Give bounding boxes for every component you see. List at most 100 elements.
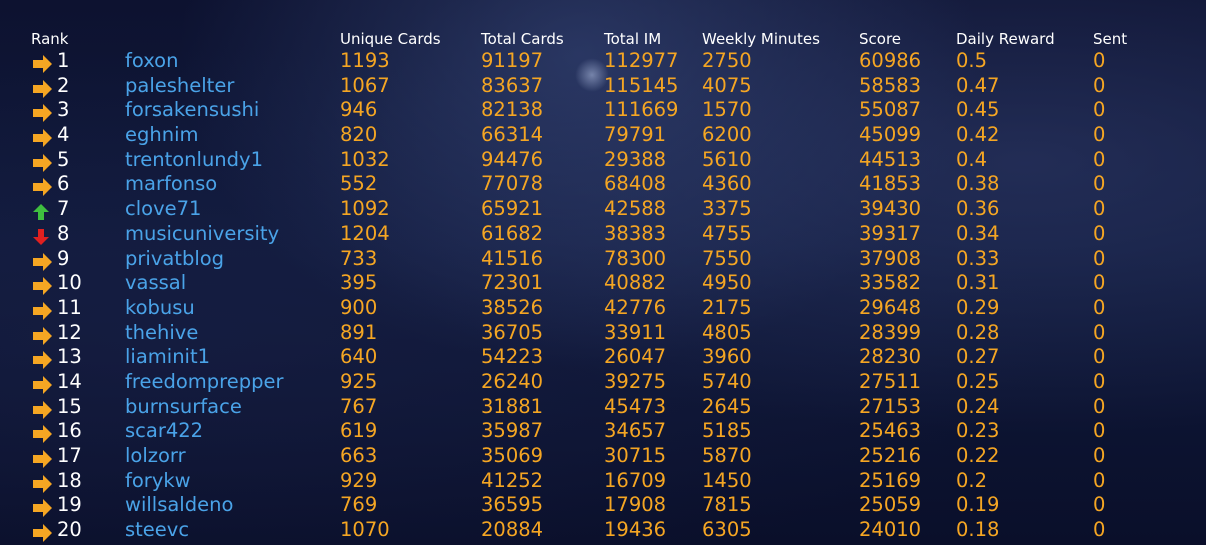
weekly-minutes-value: 6200 — [702, 123, 752, 147]
leaderboard: Rank Unique Cards Total Cards Total IM W… — [0, 0, 1206, 545]
table-row: 3 forsakensushi 946 82138 111669 1570 55087 0.4… — [0, 98, 1206, 123]
total-im-value: 39275 — [604, 369, 667, 393]
unique-cards-value: 1092 — [340, 197, 390, 221]
daily-reward-value: 0.36 — [956, 197, 1000, 221]
unique-cards-value: 619 — [340, 419, 378, 443]
daily-reward-value: 0.5 — [956, 49, 988, 72]
rank-number: 4 — [57, 123, 70, 147]
table-row: 10 vassal 395 72301 40882 4950 33582 0.31 0 — [0, 271, 1206, 296]
total-cards-value: 41252 — [481, 468, 544, 492]
player-name-link[interactable]: liaminit1 — [125, 345, 210, 369]
header-unique-cards[interactable]: Unique Cards — [340, 30, 441, 50]
player-name-link[interactable]: paleshelter — [125, 74, 234, 98]
arrow-right-icon — [31, 498, 53, 518]
total-im-value: 115145 — [604, 73, 679, 97]
header-weekly-minutes[interactable]: Weekly Minutes — [702, 30, 820, 50]
rank-cell: 8 — [31, 222, 121, 246]
score-value: 37908 — [859, 246, 922, 270]
player-name-link[interactable]: eghnim — [125, 123, 199, 147]
header-sent[interactable]: Sent — [1093, 30, 1127, 50]
player-name-link[interactable]: vassal — [125, 271, 186, 295]
player-name-link[interactable]: clove71 — [125, 197, 201, 221]
total-cards-value: 35987 — [481, 419, 544, 443]
daily-reward-value: 0.31 — [956, 271, 1000, 295]
weekly-minutes-value: 5185 — [702, 419, 752, 443]
table-row: 16 scar422 619 35987 34657 5185 25463 0.23 0 — [0, 419, 1206, 444]
table-row: 17 lolzorr 663 35069 30715 5870 25216 0.22 0 — [0, 444, 1206, 469]
player-name-link[interactable]: marfonso — [125, 172, 217, 196]
player-name-link[interactable]: trentonlundy1 — [125, 148, 263, 172]
unique-cards-value: 1032 — [340, 147, 390, 171]
rank-number: 16 — [57, 419, 82, 443]
rank-cell: 1 — [31, 49, 121, 73]
unique-cards-value: 733 — [340, 246, 378, 270]
rank-cell: 5 — [31, 148, 121, 172]
player-name-link[interactable]: thehive — [125, 321, 198, 345]
rank-cell: 14 — [31, 370, 121, 394]
total-im-value: 17908 — [604, 493, 667, 517]
weekly-minutes-value: 3375 — [702, 197, 752, 221]
rank-number: 18 — [57, 468, 82, 492]
header-total-im[interactable]: Total IM — [604, 30, 661, 50]
player-name-link[interactable]: foxon — [125, 49, 178, 73]
total-cards-value: 66314 — [481, 123, 544, 147]
total-cards-value: 94476 — [481, 147, 544, 171]
score-value: 25216 — [859, 444, 922, 467]
player-name-link[interactable]: musicuniversity — [125, 222, 279, 246]
unique-cards-value: 395 — [340, 271, 378, 295]
daily-reward-value: 0.34 — [956, 221, 1000, 245]
sent-value: 0 — [1093, 419, 1106, 443]
header-rank[interactable]: Rank — [31, 30, 68, 50]
total-im-value: 30715 — [604, 444, 667, 467]
player-name-link[interactable]: forykw — [125, 469, 191, 493]
total-cards-value: 82138 — [481, 98, 544, 122]
total-im-value: 42776 — [604, 295, 667, 319]
header-score[interactable]: Score — [859, 30, 901, 50]
rank-cell: 12 — [31, 321, 121, 345]
total-im-value: 33911 — [604, 320, 667, 344]
total-cards-value: 77078 — [481, 172, 544, 196]
total-im-value: 34657 — [604, 419, 667, 443]
daily-reward-value: 0.27 — [956, 345, 1000, 369]
unique-cards-value: 929 — [340, 468, 378, 492]
rank-number: 12 — [57, 320, 82, 344]
total-im-value: 26047 — [604, 345, 667, 369]
weekly-minutes-value: 2175 — [702, 295, 752, 319]
rank-number: 11 — [57, 295, 82, 319]
arrow-right-icon — [31, 326, 53, 346]
sent-value: 0 — [1093, 518, 1106, 542]
arrow-right-icon — [31, 449, 53, 469]
table-row: 2 paleshelter 1067 83637 115145 4075 58583 0.47… — [0, 74, 1206, 99]
player-name-link[interactable]: kobusu — [125, 296, 195, 320]
score-value: 29648 — [859, 295, 922, 319]
player-name-link[interactable]: privatblog — [125, 247, 224, 271]
rank-cell: 11 — [31, 296, 121, 320]
player-name-link[interactable]: forsakensushi — [125, 98, 259, 122]
arrow-right-icon — [31, 523, 53, 543]
rank-number: 14 — [57, 369, 82, 393]
arrow-right-icon — [31, 153, 53, 173]
score-value: 27153 — [859, 394, 922, 418]
player-name-link[interactable]: steevc — [125, 518, 189, 542]
weekly-minutes-value: 5610 — [702, 147, 752, 171]
header-total-cards[interactable]: Total Cards — [481, 30, 564, 50]
total-im-value: 79791 — [604, 123, 667, 147]
rank-number: 6 — [57, 172, 70, 196]
player-name-link[interactable]: freedomprepper — [125, 370, 284, 394]
weekly-minutes-value: 7550 — [702, 246, 752, 270]
sent-value: 0 — [1093, 221, 1106, 245]
header-daily-reward[interactable]: Daily Reward — [956, 30, 1055, 50]
rank-number: 15 — [57, 394, 82, 418]
table-row: 1 foxon 1193 91197 112977 2750 60986 0.5 0 — [0, 49, 1206, 74]
total-im-value: 40882 — [604, 271, 667, 295]
player-name-link[interactable]: willsaldeno — [125, 493, 233, 517]
player-name-link[interactable]: burnsurface — [125, 395, 242, 419]
sent-value: 0 — [1093, 394, 1106, 418]
player-name-link[interactable]: scar422 — [125, 419, 203, 443]
rank-cell: 9 — [31, 247, 121, 271]
total-cards-value: 41516 — [481, 246, 544, 270]
rank-cell: 19 — [31, 493, 121, 518]
player-name-link[interactable]: lolzorr — [125, 444, 186, 468]
table-row: 13 liaminit1 640 54223 26047 3960 28230 0.27 0 — [0, 345, 1206, 370]
weekly-minutes-value: 7815 — [702, 493, 752, 517]
